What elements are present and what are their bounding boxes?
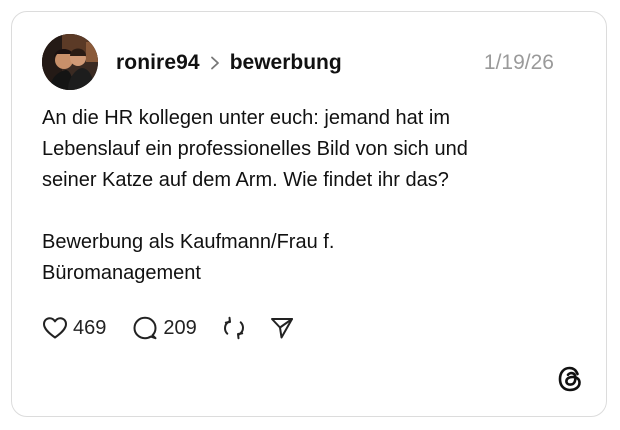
- like-button[interactable]: 469: [42, 316, 106, 340]
- community-link[interactable]: bewerbung: [230, 51, 342, 75]
- post-header: ronire94 bewerbung: [116, 50, 342, 76]
- send-icon: [269, 315, 295, 341]
- post-body: An die HR kollegen unter euch: jemand ha…: [42, 107, 468, 284]
- heart-icon: [42, 316, 68, 340]
- comment-count: 209: [163, 316, 197, 339]
- avatar-photo: [42, 34, 98, 90]
- comment-button[interactable]: 209: [132, 315, 197, 341]
- threads-logo-icon[interactable]: [557, 365, 583, 393]
- username-link[interactable]: ronire94: [116, 51, 200, 75]
- page: ronire94 bewerbung 1/19/26 An die HR kol…: [0, 0, 620, 430]
- post-date: 1/19/26: [483, 51, 554, 74]
- comment-bubble-icon: [132, 315, 158, 341]
- repost-icon: [221, 315, 247, 341]
- like-count: 469: [73, 316, 107, 339]
- chevron-right-icon: [210, 56, 220, 70]
- post-actions: 469 209: [42, 313, 295, 343]
- avatar[interactable]: [42, 34, 98, 90]
- repost-button[interactable]: [221, 315, 247, 341]
- share-button[interactable]: [269, 315, 295, 341]
